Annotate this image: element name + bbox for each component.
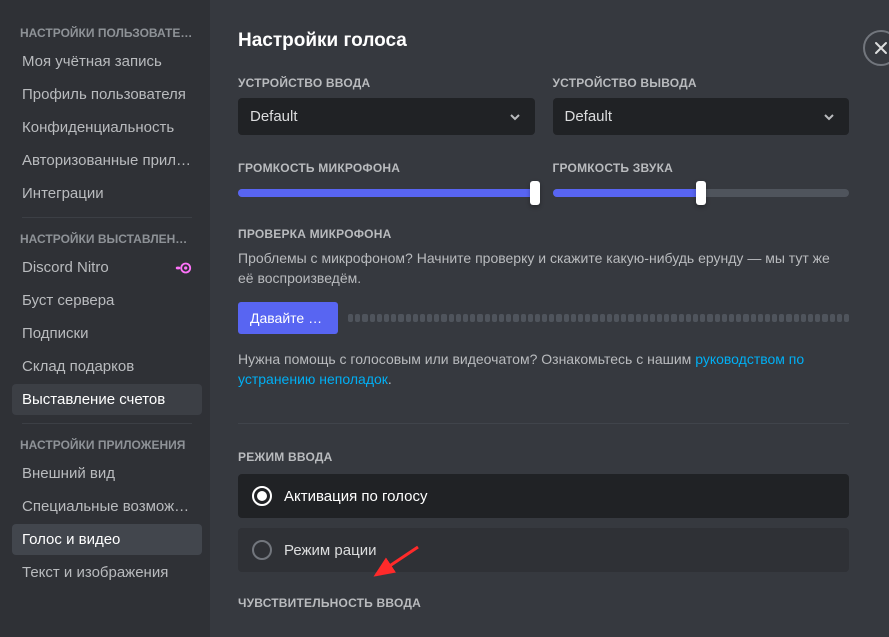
mic-level-meter: [348, 308, 849, 328]
chevron-down-icon: [507, 109, 523, 125]
sidebar-item-subscriptions[interactable]: Подписки: [12, 318, 202, 349]
sensitivity-label: ЧУВСТВИТЕЛЬНОСТЬ ВВОДА: [238, 596, 849, 610]
sidebar-item-server-boost[interactable]: Буст сервера: [12, 285, 202, 316]
input-volume-slider[interactable]: [238, 189, 535, 197]
sidebar-item-billing[interactable]: Выставление счетов: [12, 384, 202, 415]
mic-test-label: ПРОВЕРКА МИКРОФОНА: [238, 227, 849, 241]
slider-thumb[interactable]: [696, 181, 706, 205]
sidebar-item-appearance[interactable]: Внешний вид: [12, 458, 202, 489]
sidebar-item-accessibility[interactable]: Специальные возмож…: [12, 491, 202, 522]
radio-label: Активация по голосу: [284, 488, 427, 505]
sidebar-item-integrations[interactable]: Интеграции: [12, 178, 202, 209]
output-volume-label: ГРОМКОСТЬ ЗВУКА: [553, 161, 850, 175]
help-line: Нужна помощь с голосовым или видеочатом?…: [238, 350, 849, 389]
radio-label: Режим рации: [284, 542, 376, 559]
slider-thumb[interactable]: [530, 181, 540, 205]
output-device-value: Default: [565, 108, 613, 125]
sidebar-section-app: НАСТРОЙКИ ПРИЛОЖЕНИЯ: [12, 432, 202, 458]
sidebar-item-gift-inventory[interactable]: Склад подарков: [12, 351, 202, 382]
input-mode-voice-activity[interactable]: Активация по голосу: [238, 474, 849, 518]
sidebar-item-text-images[interactable]: Текст и изображения: [12, 557, 202, 588]
sidebar-item-nitro[interactable]: Discord Nitro: [12, 252, 202, 283]
sidebar-section-user: НАСТРОЙКИ ПОЛЬЗОВАТЕ…: [12, 20, 202, 46]
output-device-label: УСТРОЙСТВО ВЫВОДА: [553, 76, 850, 90]
close-icon: [873, 40, 889, 56]
sidebar-item-privacy[interactable]: Конфиденциальность: [12, 112, 202, 143]
input-mode-push-to-talk[interactable]: Режим рации: [238, 528, 849, 572]
input-device-value: Default: [250, 108, 298, 125]
input-mode-label: РЕЖИМ ВВОДА: [238, 450, 849, 464]
page-title: Настройки голоса: [238, 30, 849, 52]
section-divider: [238, 423, 849, 424]
nitro-icon: [174, 262, 192, 274]
radio-icon: [252, 486, 272, 506]
sidebar-item-account[interactable]: Моя учётная запись: [12, 46, 202, 77]
sidebar-item-authorized-apps[interactable]: Авторизованные прил…: [12, 145, 202, 176]
settings-sidebar: НАСТРОЙКИ ПОЛЬЗОВАТЕ… Моя учётная запись…: [0, 0, 210, 637]
input-device-select[interactable]: Default: [238, 98, 535, 135]
sidebar-item-voice-video[interactable]: Голос и видео: [12, 524, 202, 555]
mic-test-help: Проблемы с микрофоном? Начните проверку …: [238, 249, 849, 288]
sidebar-section-billing: НАСТРОЙКИ ВЫСТАВЛЕН…: [12, 226, 202, 252]
output-volume-slider[interactable]: [553, 189, 850, 197]
chevron-down-icon: [821, 109, 837, 125]
sidebar-item-profile[interactable]: Профиль пользователя: [12, 79, 202, 110]
input-volume-label: ГРОМКОСТЬ МИКРОФОНА: [238, 161, 535, 175]
sidebar-divider: [22, 217, 192, 218]
close-button[interactable]: [863, 30, 889, 66]
input-device-label: УСТРОЙСТВО ВВОДА: [238, 76, 535, 90]
settings-main: Настройки голоса УСТРОЙСТВО ВВОДА Defaul…: [210, 0, 889, 637]
mic-test-button[interactable]: Давайте пр…: [238, 302, 338, 334]
sidebar-divider: [22, 423, 192, 424]
output-device-select[interactable]: Default: [553, 98, 850, 135]
radio-icon: [252, 540, 272, 560]
